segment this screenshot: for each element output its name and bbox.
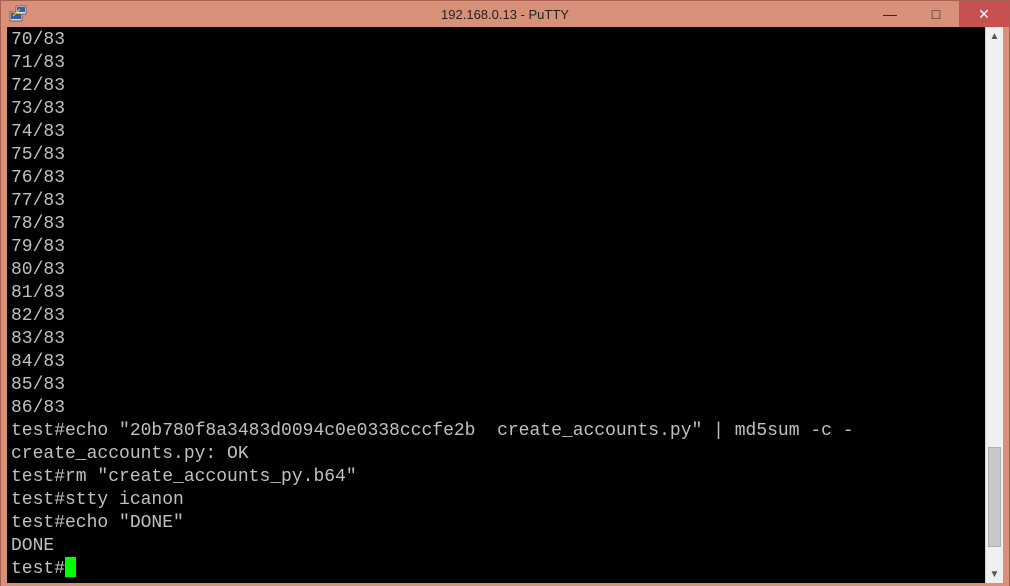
putty-window: 192.168.0.13 - PuTTY — □ ✕ 70/8371/8372/…	[0, 0, 1010, 586]
putty-icon	[9, 5, 27, 23]
minimize-icon: —	[883, 6, 897, 22]
terminal-line: 71/83	[11, 52, 981, 75]
terminal-wrap: 70/8371/8372/8373/8374/8375/8376/8377/83…	[7, 27, 1003, 583]
terminal-line: 70/83	[11, 29, 981, 52]
terminal-line: test#stty icanon	[11, 489, 981, 512]
titlebar[interactable]: 192.168.0.13 - PuTTY — □ ✕	[1, 1, 1009, 27]
terminal-line: 78/83	[11, 213, 981, 236]
maximize-button[interactable]: □	[913, 1, 959, 27]
prompt: test#	[11, 559, 65, 579]
scroll-up-button[interactable]: ▲	[986, 27, 1003, 45]
client-area: 70/8371/8372/8373/8374/8375/8376/8377/83…	[1, 27, 1009, 586]
close-button[interactable]: ✕	[959, 1, 1009, 27]
scroll-down-button[interactable]: ▼	[986, 565, 1003, 583]
window-controls: — □ ✕	[867, 1, 1009, 27]
scrollbar[interactable]: ▲ ▼	[985, 27, 1003, 583]
terminal-line: test#echo "DONE"	[11, 512, 981, 535]
terminal-prompt-line: test#	[11, 558, 981, 581]
terminal-line: 83/83	[11, 328, 981, 351]
minimize-button[interactable]: —	[867, 1, 913, 27]
terminal-line: 73/83	[11, 98, 981, 121]
terminal-line: 72/83	[11, 75, 981, 98]
terminal-line: 81/83	[11, 282, 981, 305]
terminal-line: 85/83	[11, 374, 981, 397]
chevron-down-icon: ▼	[990, 569, 1000, 580]
terminal-line: 74/83	[11, 121, 981, 144]
chevron-up-icon: ▲	[990, 31, 1000, 42]
terminal-line: test#rm "create_accounts_py.b64"	[11, 466, 981, 489]
terminal-line: 84/83	[11, 351, 981, 374]
window-title: 192.168.0.13 - PuTTY	[1, 7, 1009, 22]
terminal-line: 80/83	[11, 259, 981, 282]
terminal-line: create_accounts.py: OK	[11, 443, 981, 466]
scrollbar-thumb[interactable]	[988, 447, 1001, 547]
maximize-icon: □	[932, 6, 940, 22]
terminal-line: 79/83	[11, 236, 981, 259]
terminal[interactable]: 70/8371/8372/8373/8374/8375/8376/8377/83…	[7, 27, 985, 583]
terminal-line: 75/83	[11, 144, 981, 167]
terminal-line: test#echo "20b780f8a3483d0094c0e0338cccf…	[11, 420, 981, 443]
terminal-line: 82/83	[11, 305, 981, 328]
terminal-line: 77/83	[11, 190, 981, 213]
close-icon: ✕	[978, 6, 990, 23]
terminal-line: DONE	[11, 535, 981, 558]
terminal-line: 86/83	[11, 397, 981, 420]
terminal-line: 76/83	[11, 167, 981, 190]
cursor	[65, 557, 76, 577]
